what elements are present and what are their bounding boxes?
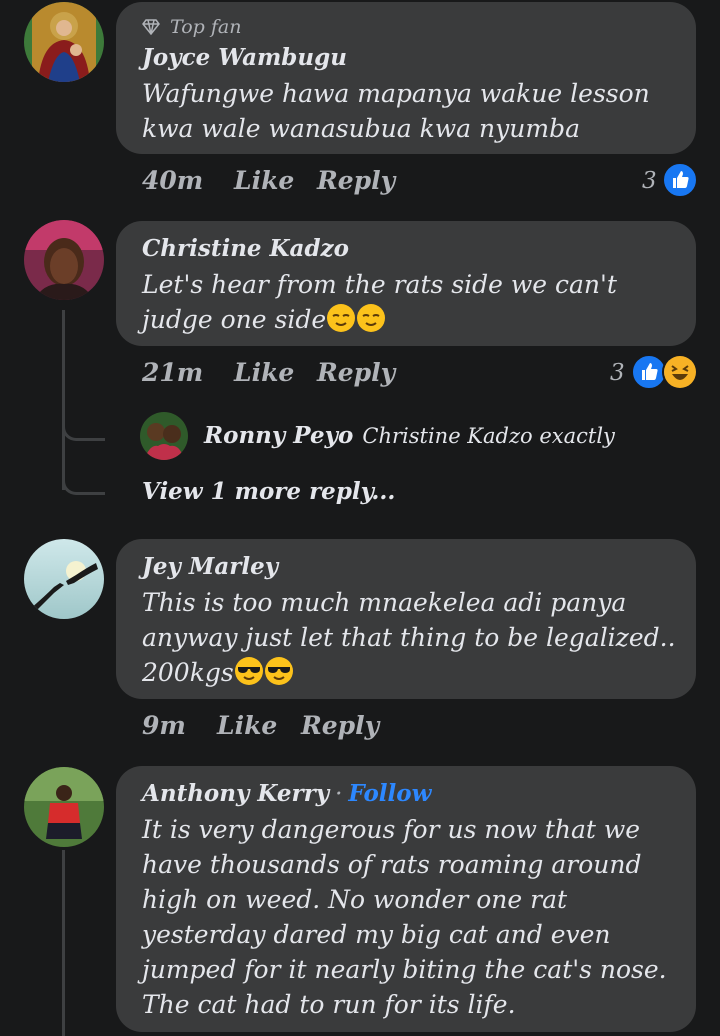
like-button[interactable]: Like	[234, 166, 294, 195]
avatar-image	[24, 539, 104, 619]
separator-dot: ·	[335, 781, 343, 807]
comment-text: Wafungwe hawa mapanya wakue lesson kwa w…	[142, 79, 650, 143]
comment-text-line: 200kgs	[142, 655, 676, 690]
comment-author[interactable]: Anthony Kerry	[142, 780, 329, 807]
comment-time[interactable]: 21m	[142, 358, 203, 387]
reply-connector	[62, 408, 105, 441]
avatar-ronny-peyo[interactable]	[140, 412, 188, 460]
reaction-count[interactable]: 3	[610, 360, 625, 386]
comment-author[interactable]: Joyce Wambugu	[142, 44, 347, 71]
reply-button[interactable]: Reply	[317, 358, 395, 387]
reply-author[interactable]: Ronny Peyo	[204, 422, 353, 449]
diamond-icon	[142, 19, 160, 35]
avatar-anthony-kerry[interactable]	[24, 767, 104, 847]
like-button[interactable]: Like	[217, 711, 277, 740]
comment-bubble-4: Anthony Kerry · Follow It is very dangerou…	[116, 766, 696, 1032]
comment-time[interactable]: 9m	[142, 711, 186, 740]
haha-reaction-icon[interactable]	[662, 354, 698, 390]
like-reaction-icon[interactable]	[662, 162, 698, 198]
comment-text: It is very dangerous for us now that we …	[142, 815, 667, 1019]
reply-connector	[62, 462, 105, 495]
view-more-replies-link[interactable]: View 1 more reply...	[142, 478, 395, 505]
comment-text-content: 200kgs	[142, 658, 234, 687]
avatar-image	[24, 2, 104, 82]
reply-item: Ronny Peyo Christine Kadzo exactly	[204, 422, 615, 449]
sunglasses-face-emoji	[264, 656, 294, 686]
relieved-face-emoji	[356, 303, 386, 333]
comment-author[interactable]: Christine Kadzo	[142, 235, 349, 262]
comment-text: Let's hear from the rats side we can't j…	[142, 267, 676, 337]
avatar-joyce-wambugu[interactable]	[24, 2, 104, 82]
thread-line	[62, 850, 65, 1036]
follow-button[interactable]: Follow	[348, 780, 431, 807]
comment-text-line: anyway just let that thing to be legaliz…	[142, 623, 676, 652]
comment-bubble-2: Christine Kadzo Let's hear from the rats…	[116, 221, 696, 346]
comment-author[interactable]: Jey Marley	[142, 553, 278, 580]
avatar-image	[24, 767, 104, 847]
like-button[interactable]: Like	[234, 358, 294, 387]
reply-text: Christine Kadzo exactly	[362, 424, 615, 448]
reply-button[interactable]: Reply	[301, 711, 379, 740]
comment-time[interactable]: 40m	[142, 166, 203, 195]
top-fan-label: Top fan	[170, 16, 242, 38]
comment-text-line: This is too much mnaekelea adi panya	[142, 588, 627, 617]
avatar-image	[140, 412, 188, 460]
comment-bubble-1: Top fan Joyce Wambugu Wafungwe hawa mapa…	[116, 2, 696, 154]
sunglasses-face-emoji	[234, 656, 264, 686]
avatar-image	[24, 220, 104, 300]
relieved-face-emoji	[326, 303, 356, 333]
reply-button[interactable]: Reply	[317, 166, 395, 195]
avatar-christine-kadzo[interactable]	[24, 220, 104, 300]
top-fan-badge: Top fan	[142, 16, 241, 38]
avatar-jey-marley[interactable]	[24, 539, 104, 619]
reaction-count[interactable]: 3	[642, 168, 657, 194]
comment-header: Anthony Kerry · Follow	[142, 780, 431, 807]
comment-bubble-3: Jey Marley This is too much mnaekelea ad…	[116, 539, 696, 699]
